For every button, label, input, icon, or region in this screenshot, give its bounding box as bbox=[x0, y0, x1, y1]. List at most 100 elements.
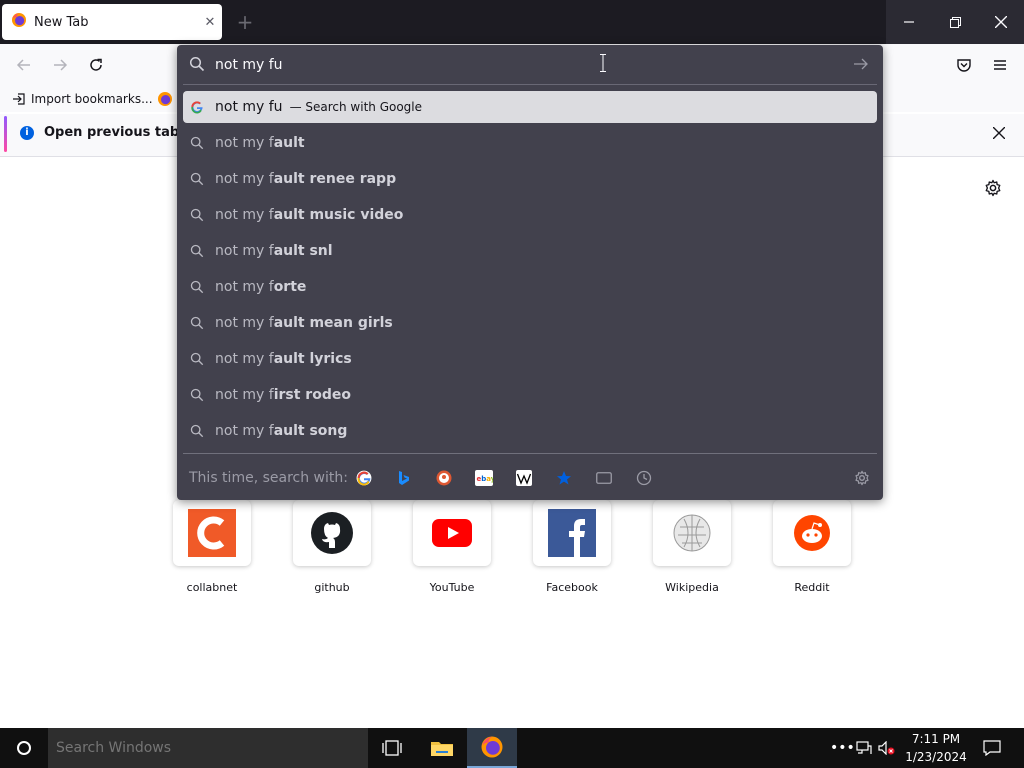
search-icon bbox=[189, 279, 205, 295]
suggestion-item[interactable]: not my f ault snl bbox=[183, 235, 877, 267]
taskbar-search[interactable] bbox=[48, 728, 368, 768]
top-site-tile[interactable] bbox=[773, 500, 851, 566]
duckduckgo-icon bbox=[436, 470, 452, 486]
top-site-label: github bbox=[314, 581, 350, 594]
suggestion-item[interactable]: not my f ault renee rapp bbox=[183, 163, 877, 195]
show-hidden-icons-button[interactable]: ••• bbox=[830, 740, 855, 756]
top-site-tile[interactable] bbox=[533, 500, 611, 566]
suggestion-completion: orte bbox=[273, 279, 307, 295]
close-icon bbox=[995, 16, 1007, 28]
suggestion-prefix: not my f bbox=[215, 387, 274, 403]
top-site-tile[interactable] bbox=[413, 500, 491, 566]
top-site-github[interactable]: github bbox=[282, 500, 382, 594]
engine-wikipedia-button[interactable] bbox=[514, 468, 534, 488]
engine-google-button[interactable] bbox=[354, 468, 374, 488]
restore-button[interactable] bbox=[932, 0, 978, 44]
google-icon bbox=[189, 99, 205, 115]
forward-button[interactable] bbox=[46, 51, 74, 79]
notification-title: Open previous tabs? bbox=[44, 125, 195, 140]
top-site-youtube[interactable]: YouTube bbox=[402, 500, 502, 594]
suggestion-prefix: not my f bbox=[215, 351, 274, 367]
taskbar-clock[interactable]: 7:11 PM 1/23/2024 bbox=[900, 730, 972, 766]
tab-new-tab[interactable]: New Tab ✕ bbox=[2, 4, 222, 40]
back-arrow-icon bbox=[16, 59, 30, 71]
suggestion-search-with-google[interactable]: not my fu — Search with Google bbox=[183, 91, 877, 123]
close-window-button[interactable] bbox=[978, 0, 1024, 44]
notification-close-button[interactable] bbox=[988, 122, 1010, 144]
suggestion-prefix: not my f bbox=[215, 423, 274, 439]
youtube-icon bbox=[432, 519, 472, 547]
engine-history-button[interactable] bbox=[634, 468, 654, 488]
suggestion-item[interactable]: not my f ault lyrics bbox=[183, 343, 877, 375]
engine-bing-button[interactable] bbox=[394, 468, 414, 488]
minimize-icon bbox=[904, 21, 914, 23]
notifications-icon bbox=[983, 740, 1001, 757]
top-site-reddit[interactable]: Reddit bbox=[762, 500, 862, 594]
start-button[interactable] bbox=[0, 728, 48, 768]
network-icon[interactable] bbox=[856, 740, 872, 759]
go-arrow-icon bbox=[854, 58, 868, 70]
suggestion-completion: ault bbox=[273, 135, 305, 151]
top-site-label: Facebook bbox=[546, 581, 598, 594]
close-tab-icon[interactable]: ✕ bbox=[198, 15, 222, 30]
search-icon bbox=[189, 171, 205, 187]
suggestion-prefix: not my f bbox=[215, 279, 274, 295]
menu-button[interactable] bbox=[986, 51, 1014, 79]
volume-muted-icon[interactable] bbox=[878, 740, 896, 759]
file-explorer-button[interactable] bbox=[417, 728, 467, 768]
search-icon bbox=[189, 423, 205, 439]
suggestion-item[interactable]: not my f orte bbox=[183, 271, 877, 303]
search-icon bbox=[189, 135, 205, 151]
one-off-label: This time, search with: bbox=[189, 470, 348, 486]
suggestion-typed-text: not my fu bbox=[215, 99, 283, 115]
close-icon bbox=[993, 127, 1005, 139]
back-button[interactable] bbox=[10, 51, 38, 79]
suggestion-prefix: not my f bbox=[215, 315, 274, 331]
engine-bookmarks-button[interactable] bbox=[554, 468, 574, 488]
url-input[interactable] bbox=[215, 55, 805, 75]
customize-button[interactable] bbox=[982, 177, 1004, 199]
suggestion-item[interactable]: not my f ault song bbox=[183, 415, 877, 447]
search-icon bbox=[189, 243, 205, 259]
engine-duckduckgo-button[interactable] bbox=[434, 468, 454, 488]
github-icon bbox=[311, 512, 353, 554]
engine-ebay-button[interactable]: ebay bbox=[474, 468, 494, 488]
suggestion-completion: ault snl bbox=[273, 243, 333, 259]
reload-button[interactable] bbox=[82, 51, 110, 79]
top-site-collabnet[interactable]: collabnet bbox=[162, 500, 262, 594]
engine-tabs-button[interactable] bbox=[594, 468, 614, 488]
top-site-tile[interactable] bbox=[293, 500, 371, 566]
task-view-button[interactable] bbox=[367, 728, 417, 768]
info-icon: i bbox=[20, 126, 34, 140]
taskbar-search-input[interactable] bbox=[56, 740, 356, 756]
import-bookmarks-button[interactable]: Import bookmarks... bbox=[12, 90, 153, 108]
suggestion-item[interactable]: not my f ault bbox=[183, 127, 877, 159]
top-site-tile[interactable] bbox=[173, 500, 251, 566]
top-site-wikipedia[interactable]: Wikipedia bbox=[642, 500, 742, 594]
suggestion-item[interactable]: not my f ault music video bbox=[183, 199, 877, 231]
ebay-icon: ebay bbox=[475, 470, 493, 486]
minimize-button[interactable] bbox=[886, 0, 932, 44]
suggestion-completion: ault music video bbox=[273, 207, 404, 223]
action-center-button[interactable] bbox=[983, 740, 1001, 760]
top-site-tile[interactable] bbox=[653, 500, 731, 566]
restore-icon bbox=[949, 16, 961, 28]
top-site-facebook[interactable]: Facebook bbox=[522, 500, 622, 594]
gear-icon bbox=[985, 179, 1001, 197]
bookmarks-star-icon bbox=[557, 471, 571, 485]
search-settings-button[interactable] bbox=[852, 468, 872, 488]
top-site-label: Wikipedia bbox=[665, 581, 719, 594]
firefox-icon bbox=[11, 12, 27, 32]
new-tab-button[interactable]: + bbox=[233, 9, 257, 35]
cortana-circle-icon bbox=[17, 741, 31, 755]
go-button[interactable] bbox=[852, 56, 872, 72]
suggestion-prefix: not my f bbox=[215, 135, 274, 151]
suggestion-item[interactable]: not my f ault mean girls bbox=[183, 307, 877, 339]
top-site-label: YouTube bbox=[429, 581, 475, 594]
suggestion-item[interactable]: not my f irst rodeo bbox=[183, 379, 877, 411]
firefox-taskbar-button[interactable] bbox=[467, 728, 517, 768]
pocket-button[interactable] bbox=[950, 51, 978, 79]
one-off-divider bbox=[183, 453, 877, 454]
wikipedia-icon bbox=[516, 470, 532, 486]
getting-started-bookmark[interactable] bbox=[157, 91, 173, 111]
